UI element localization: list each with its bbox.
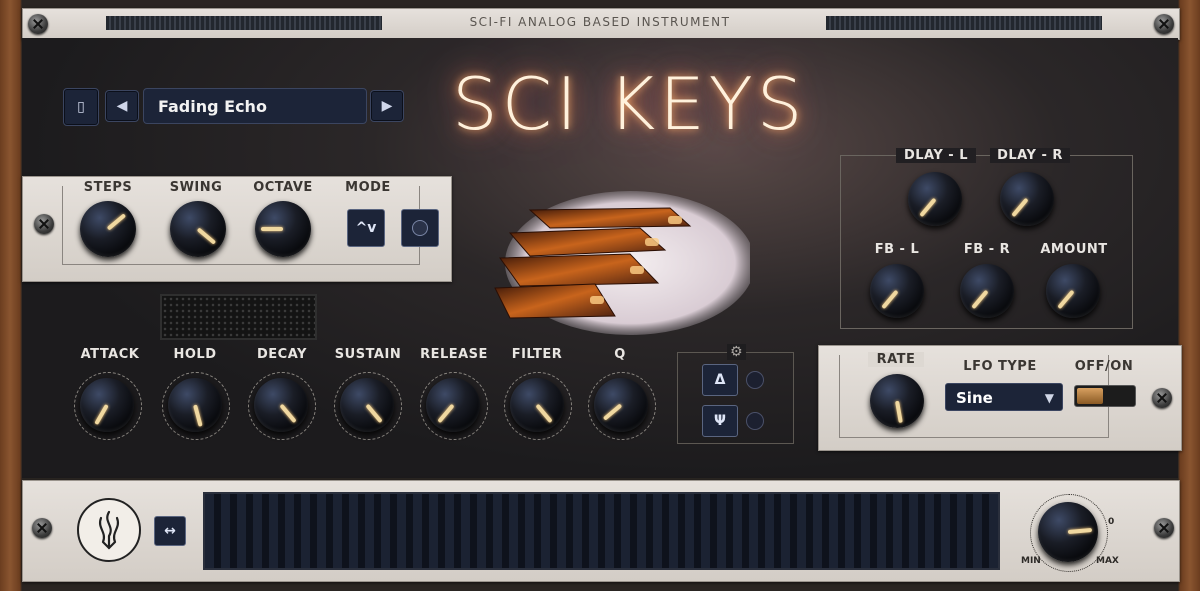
preset-menu-button[interactable]: ▯ xyxy=(63,88,99,126)
expand-icon: ↔ xyxy=(164,523,176,539)
fb-r-knob[interactable] xyxy=(960,264,1014,318)
plugin-window: SCI-FI ANALOG BASED INSTRUMENT SCI KEYS … xyxy=(0,0,1200,591)
attack-label: ATTACK xyxy=(80,347,140,362)
expand-button[interactable]: ↔ xyxy=(154,516,186,546)
product-title: SCI KEYS xyxy=(452,62,807,146)
dlay-r-label: DLAY - R xyxy=(990,148,1070,163)
octave-label: OCTAVE xyxy=(253,180,313,195)
screw-seq xyxy=(34,214,54,234)
prev-icon: ◀ xyxy=(116,98,128,114)
screw-top-right xyxy=(1154,14,1174,34)
hold-label: HOLD xyxy=(173,347,217,362)
screw-lfo xyxy=(1152,388,1172,408)
chevron-down-icon: ▼ xyxy=(1044,391,1054,405)
dlay-l-label: DLAY - L xyxy=(896,148,976,163)
next-icon: ▶ xyxy=(381,98,393,114)
flame-logo-icon xyxy=(99,510,119,550)
fb-r-label: FB - R xyxy=(963,242,1011,257)
q-label: Q xyxy=(614,347,626,362)
mode-label: MODE xyxy=(345,180,391,195)
preset-prev-button[interactable]: ◀ xyxy=(105,90,139,122)
filter-knob[interactable] xyxy=(510,378,564,432)
screw-top-left xyxy=(28,14,48,34)
octave-knob[interactable] xyxy=(255,201,311,257)
vent-right xyxy=(826,16,1102,30)
volume-zero-label: 0 xyxy=(1108,517,1115,527)
volume-max-label: MAX xyxy=(1096,556,1119,566)
steps-label: STEPS xyxy=(83,180,133,195)
speaker-grille xyxy=(160,294,317,340)
release-label: RELEASE xyxy=(420,347,488,362)
lfo-type-select[interactable]: Sine ▼ xyxy=(945,383,1063,411)
swing-knob[interactable] xyxy=(170,201,226,257)
release-knob[interactable] xyxy=(426,378,480,432)
psi-icon: Ψ xyxy=(714,413,726,429)
mode-icon: ^v xyxy=(355,220,377,236)
dlay-l-knob[interactable] xyxy=(908,172,962,226)
brand-logo xyxy=(77,498,141,562)
fb-l-label: FB - L xyxy=(874,242,920,257)
hold-knob[interactable] xyxy=(168,378,222,432)
steps-knob[interactable] xyxy=(80,201,136,257)
vent-left xyxy=(106,16,382,30)
piano-keys-illustration xyxy=(494,191,750,335)
fb-l-knob[interactable] xyxy=(870,264,924,318)
amount-label: AMOUNT xyxy=(1040,242,1108,257)
decay-label: DECAY xyxy=(257,347,307,362)
delta-icon: Δ xyxy=(714,372,726,388)
volume-min-label: MIN xyxy=(1021,556,1041,566)
attack-knob[interactable] xyxy=(80,378,134,432)
fx-psi-button[interactable]: Ψ xyxy=(702,405,738,437)
onoff-label: OFF/ON xyxy=(1074,359,1134,374)
dlay-r-knob[interactable] xyxy=(1000,172,1054,226)
mode-button[interactable]: ^v xyxy=(347,209,385,247)
fx-delta-led xyxy=(746,371,764,389)
screw-bottom-right xyxy=(1154,518,1174,538)
rate-knob[interactable] xyxy=(870,374,924,428)
preset-name-display[interactable]: Fading Echo xyxy=(143,88,367,124)
decay-knob[interactable] xyxy=(254,378,308,432)
filter-label: FILTER xyxy=(511,347,563,362)
lfo-onoff-toggle[interactable] xyxy=(1074,385,1136,407)
fx-delta-button[interactable]: Δ xyxy=(702,364,738,396)
header-subtitle: SCI-FI ANALOG BASED INSTRUMENT xyxy=(469,15,731,29)
menu-icon: ▯ xyxy=(77,99,85,115)
lfo-type-value: Sine xyxy=(956,389,993,407)
mode-led-button[interactable] xyxy=(401,209,439,247)
gear-icon[interactable]: ⚙ xyxy=(727,344,746,360)
toggle-thumb xyxy=(1077,388,1103,404)
lfo-type-label: LFO TYPE xyxy=(963,359,1037,374)
q-knob[interactable] xyxy=(594,378,648,432)
volume-knob[interactable] xyxy=(1038,502,1098,562)
amount-knob[interactable] xyxy=(1046,264,1100,318)
swing-label: SWING xyxy=(169,180,223,195)
rate-label: RATE xyxy=(868,352,924,367)
screw-bottom-left xyxy=(32,518,52,538)
sustain-label: SUSTAIN xyxy=(334,347,402,362)
preset-next-button[interactable]: ▶ xyxy=(370,90,404,122)
sustain-knob[interactable] xyxy=(340,378,394,432)
fx-psi-led xyxy=(746,412,764,430)
keyboard-display[interactable] xyxy=(203,492,1000,570)
